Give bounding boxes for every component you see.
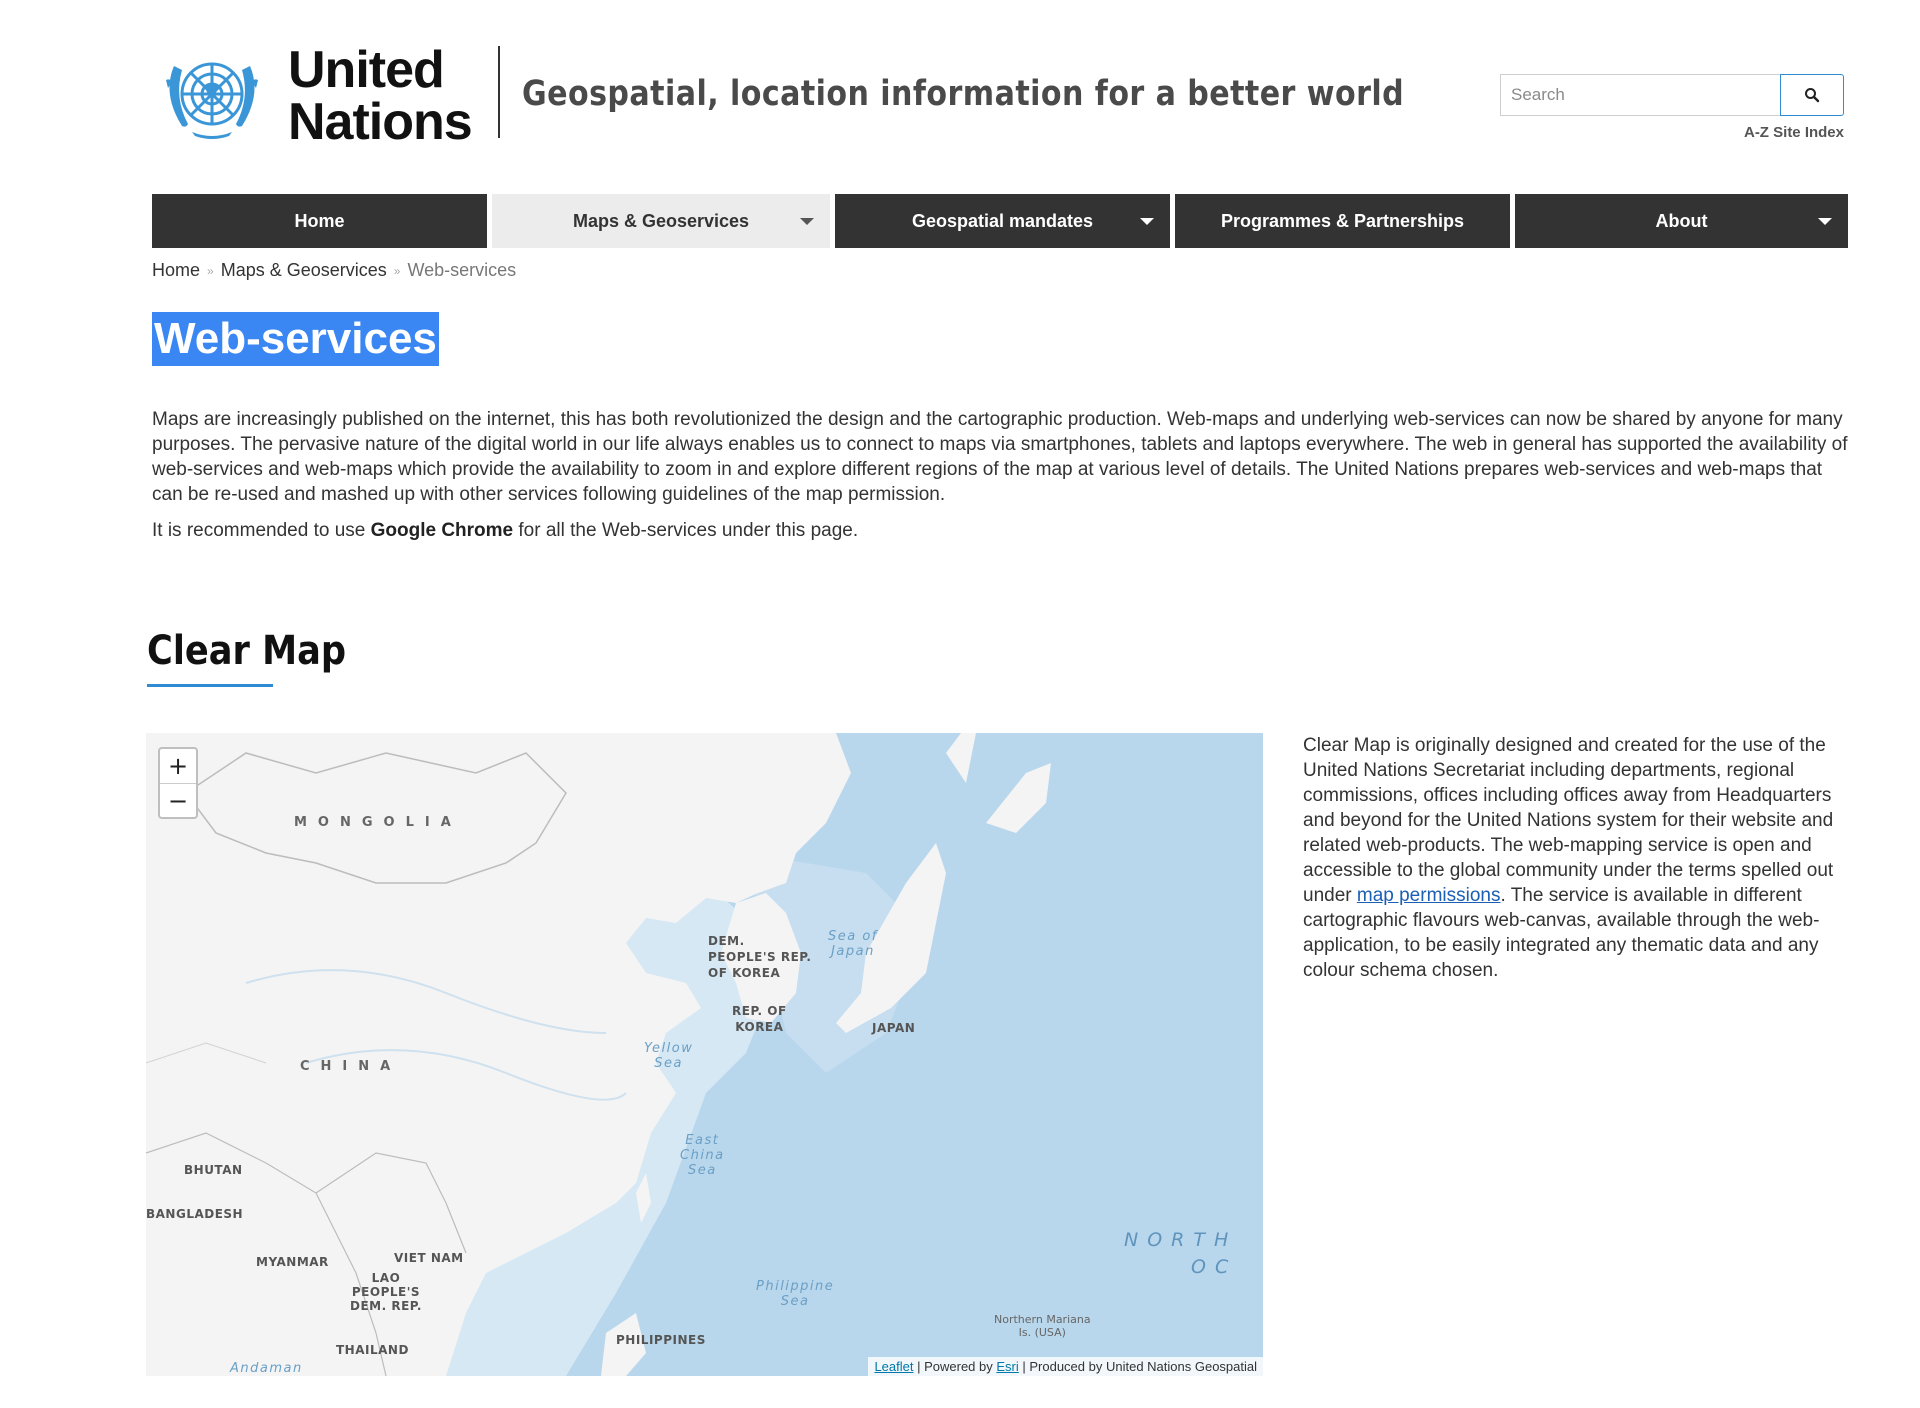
map-label-dprk: DEM. PEOPLE'S REP. OF KOREA (708, 934, 812, 980)
nav-geospatial-mandates-label: Geospatial mandates (911, 210, 1094, 231)
chevron-down-icon (1818, 218, 1832, 225)
map-label-yellow-sea: Yellow Sea (644, 1041, 694, 1071)
logo-line-2: Nations (288, 93, 473, 151)
un-emblem-icon (166, 62, 258, 139)
attribution-powered: | Powered by (913, 1359, 997, 1374)
map-label-andaman: Andaman (230, 1361, 303, 1376)
intro-paragraph: Maps are increasingly published on the i… (152, 409, 1848, 505)
search-input[interactable] (1500, 74, 1780, 116)
breadcrumb: Home » Maps & Geoservices » Web-services (152, 260, 516, 281)
logo-wordmark: United Nations (288, 41, 473, 151)
map-permissions-link[interactable]: map permissions (1357, 885, 1501, 906)
map-label-east-china-sea: East China Sea (680, 1133, 725, 1178)
nav-maps-geoservices[interactable]: Maps & Geoservices (492, 194, 830, 248)
breadcrumb-maps-geoservices[interactable]: Maps & Geoservices (221, 260, 387, 281)
recommend-post: for all the Web-services under this page… (513, 520, 859, 541)
un-logo[interactable]: United Nations (152, 41, 473, 151)
zoom-control: + − (158, 747, 198, 819)
map-label-viet-nam: VIET NAM (394, 1251, 464, 1265)
section-underline (147, 684, 273, 687)
zoom-in-button[interactable]: + (160, 749, 196, 784)
map-label-china: CHINA (300, 1059, 402, 1074)
search-icon (1805, 88, 1820, 103)
description-pre: Clear Map is originally designed and cre… (1303, 735, 1834, 906)
map-label-bhutan: BHUTAN (184, 1163, 243, 1177)
esri-link[interactable]: Esri (996, 1359, 1018, 1374)
map-label-philippine-sea: Philippine Sea (756, 1279, 835, 1309)
main-nav: Home Maps & Geoservices Geospatial manda… (152, 194, 1848, 248)
recommend-pre: It is recommended to use (152, 520, 371, 541)
map-attribution: Leaflet | Powered by Esri | Produced by … (868, 1357, 1263, 1376)
nav-programmes-partnerships[interactable]: Programmes & Partnerships (1175, 194, 1510, 248)
breadcrumb-home[interactable]: Home (152, 260, 200, 281)
az-site-index-link[interactable]: A-Z Site Index (1744, 124, 1844, 141)
map-label-mongolia: MONGOLIA (294, 815, 462, 830)
attribution-produced: | Produced by United Nations Geospatial (1018, 1359, 1257, 1374)
map-label-japan: JAPAN (872, 1021, 916, 1035)
nav-about-label: About (1655, 210, 1708, 231)
breadcrumb-current: Web-services (407, 260, 517, 280)
map-label-thailand: THAILAND (336, 1343, 409, 1357)
leaflet-link[interactable]: Leaflet (874, 1359, 913, 1374)
breadcrumb-separator: » (393, 263, 401, 278)
chevron-down-icon (800, 218, 814, 225)
search-button[interactable] (1780, 74, 1844, 116)
nav-maps-geoservices-label: Maps & Geoservices (572, 210, 750, 231)
map-label-north-pacific: NORTH OC (1124, 1229, 1238, 1278)
nav-home[interactable]: Home (152, 194, 487, 248)
map-label-sea-of-japan: Sea of Japan (828, 929, 878, 959)
map-label-lao: LAO PEOPLE'S DEM. REP. (350, 1271, 422, 1313)
search-box (1500, 74, 1844, 116)
clear-map-viewer[interactable]: + − MONGOLIA CHINA DEM. PEOPLE'S REP. OF… (146, 733, 1263, 1376)
map-label-myanmar: MYANMAR (256, 1255, 329, 1269)
page-title: Web-services (152, 312, 439, 366)
zoom-out-button[interactable]: − (160, 784, 196, 818)
map-label-bangladesh: BANGLADESH (146, 1207, 244, 1221)
logo-line-1: United (288, 41, 445, 99)
map-label-philippines: PHILIPPINES (616, 1333, 706, 1347)
header-divider (498, 46, 500, 138)
browser-recommendation: It is recommended to use Google Chrome f… (152, 520, 858, 542)
nav-home-label: Home (294, 210, 345, 231)
breadcrumb-separator: » (207, 263, 214, 278)
nav-geospatial-mandates[interactable]: Geospatial mandates (835, 194, 1170, 248)
nav-programmes-partnerships-label: Programmes & Partnerships (1220, 210, 1465, 231)
clear-map-description: Clear Map is originally designed and cre… (1303, 733, 1851, 983)
recommend-browser: Google Chrome (370, 520, 514, 541)
map-label-rok: REP. OF KOREA (732, 1004, 787, 1034)
section-title: Clear Map (147, 628, 347, 674)
site-tagline: Geospatial, location information for a b… (522, 74, 1405, 114)
map-label-northern-mariana: Northern Mariana Is. (USA) (994, 1313, 1091, 1339)
nav-about[interactable]: About (1515, 194, 1848, 248)
chevron-down-icon (1140, 218, 1154, 225)
